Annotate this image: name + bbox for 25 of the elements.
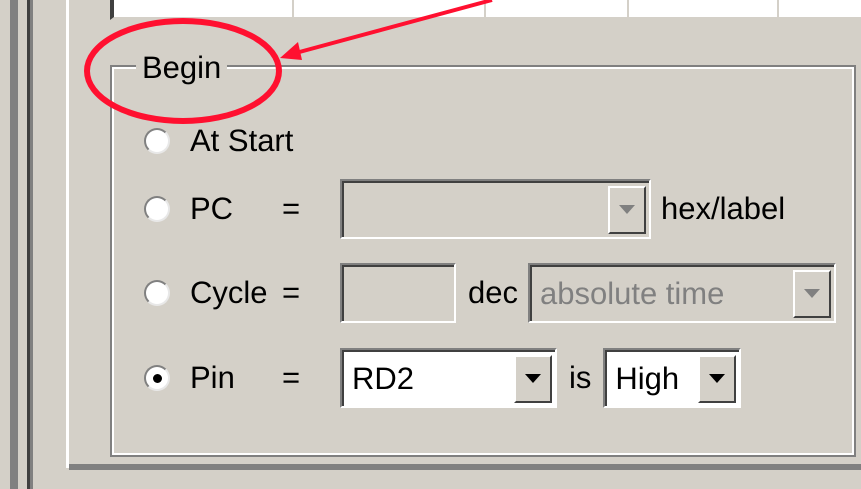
radio-button[interactable] [144,128,170,154]
dropdown-value: High [615,360,680,398]
radio-button[interactable] [144,196,170,222]
caret-down-icon [619,205,635,215]
option-label: At Start [190,122,294,160]
radio-button[interactable] [144,365,170,391]
dropdown-arrow-button[interactable] [514,355,552,403]
equals-sign: = [282,358,300,397]
equals-sign: = [282,190,300,228]
format-hint: hex/label [661,190,786,228]
unit-label: dec [468,274,518,312]
dropdown-arrow-button[interactable] [698,355,736,403]
dropdown[interactable]: RD2 [340,348,557,408]
option-label: Pin [190,358,236,397]
dropdown[interactable]: High [603,348,742,408]
dropdown-value: RD2 [352,360,414,398]
equals-sign: = [282,274,300,312]
radio-button[interactable] [144,280,170,306]
option-label: PC [190,190,234,228]
caret-down-icon [709,374,726,384]
option-label: Cycle [190,274,269,312]
connector-label: is [569,358,592,397]
caret-down-icon [525,374,541,384]
dropdown-value: absolute time [540,274,724,313]
caret-down-icon [804,289,820,299]
